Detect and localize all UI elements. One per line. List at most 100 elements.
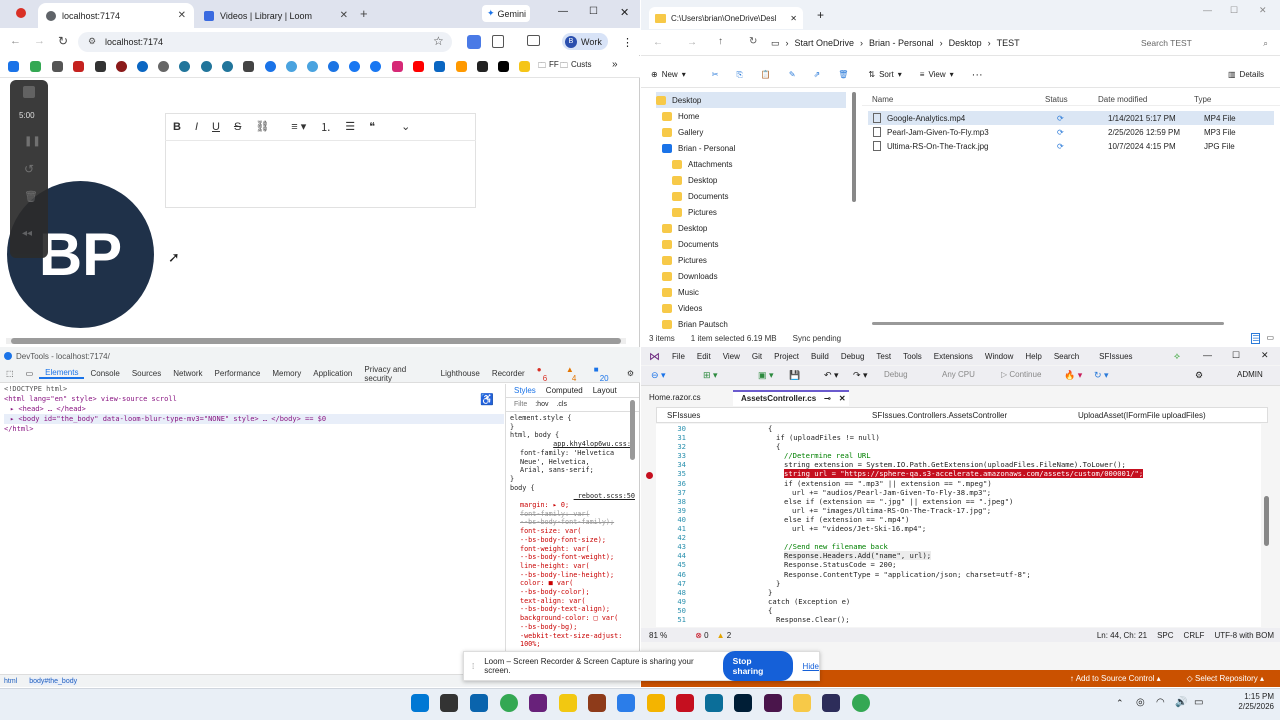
sidebar-item[interactable]: Videos	[656, 300, 846, 316]
file-row[interactable]: Ultima-RS-On-The-Track.jpg ⟳ 10/7/2024 4:1…	[868, 139, 1274, 153]
code-line[interactable]: 43 //Send new filename back	[656, 542, 1261, 551]
photoshop-icon[interactable]	[734, 694, 752, 712]
nav-scrollbar[interactable]	[852, 92, 856, 202]
share-icon[interactable]: ⇗	[796, 70, 821, 79]
tab-application[interactable]: Application	[307, 369, 358, 378]
bookmark-icon[interactable]	[137, 61, 148, 72]
hide-link[interactable]: Hide	[803, 662, 819, 671]
volume-icon[interactable]: 🔊	[1175, 697, 1187, 708]
crumb[interactable]: TEST	[997, 38, 1020, 48]
code-line[interactable]: 38 else if (extension == ".jpg" || extens…	[656, 497, 1261, 506]
code-line[interactable]: 41 url += "videos/Jet-Ski-16.mp4";	[656, 524, 1261, 533]
crumb[interactable]: Brian - Personal	[869, 38, 934, 48]
wifi-icon[interactable]: ◠	[1156, 697, 1165, 708]
refresh-icon[interactable]: ↻ ▾	[1094, 370, 1109, 381]
tab-layout[interactable]: Layout	[593, 386, 617, 395]
more-bookmarks-icon[interactable]: »	[612, 59, 618, 70]
chrome-icon[interactable]	[500, 694, 518, 712]
style-line[interactable]: line-height: var(	[510, 562, 635, 571]
menu-item[interactable]: Help	[1025, 352, 1041, 361]
rename-icon[interactable]: ✎	[771, 70, 796, 79]
code-scrollbar[interactable]	[1264, 496, 1269, 546]
instagram-icon[interactable]	[392, 61, 403, 72]
more-icon[interactable]: ···	[954, 69, 983, 81]
record-icon[interactable]	[16, 8, 26, 18]
new-button[interactable]: ⊕ New ▾	[641, 70, 686, 79]
wordpress-icon[interactable]	[222, 61, 233, 72]
col-type[interactable]: Type	[1194, 95, 1211, 104]
zoom-level[interactable]: 81 %	[641, 631, 667, 640]
code-line[interactable]: 47}	[656, 579, 1261, 588]
tab-assets-controller[interactable]: AssetsController.cs ⊸ ✕	[733, 390, 849, 406]
bullet-list-icon[interactable]: ☰	[345, 120, 355, 133]
pause-icon[interactable]: ❚❚	[24, 136, 41, 147]
vs-settings-icon[interactable]: ⚙	[1195, 370, 1203, 381]
reload-icon[interactable]: ↻	[58, 34, 68, 48]
crumb[interactable]: Desktop	[949, 38, 982, 48]
menu-item[interactable]: Test	[876, 352, 891, 361]
chrome-icon[interactable]	[852, 694, 870, 712]
linkedin-icon[interactable]	[434, 61, 445, 72]
trash-icon[interactable]: 🗑	[24, 190, 38, 203]
continue-button[interactable]: ▷ Continue	[1001, 370, 1041, 379]
breadcrumb[interactable]: ▭ › Start OneDrive › Brian - Personal › Des…	[771, 35, 1125, 51]
file-list-scrollbar[interactable]	[872, 322, 1224, 325]
cls-toggle[interactable]: .cls	[556, 400, 567, 409]
close-tab-icon[interactable]: ✕	[839, 394, 846, 404]
crumb[interactable]: Start OneDrive	[795, 38, 855, 48]
bookmark-icon[interactable]	[519, 61, 530, 72]
styles-scrollbar[interactable]	[630, 400, 635, 460]
bookmark-icon[interactable]	[52, 61, 63, 72]
drag-handle-icon[interactable]: ⁞	[472, 662, 474, 671]
device-icon[interactable]: ▭	[20, 369, 40, 378]
tab-styles[interactable]: Styles	[514, 386, 536, 395]
menu-item[interactable]: Edit	[697, 352, 711, 361]
bookmark-icon[interactable]	[95, 61, 106, 72]
app-icon[interactable]	[559, 694, 577, 712]
accessibility-icon[interactable]: ♿	[480, 393, 494, 406]
style-line[interactable]: background-color: □ var(	[510, 614, 635, 623]
code-line[interactable]: 50 {	[656, 606, 1261, 615]
style-line[interactable]: html, body {	[510, 431, 635, 440]
slack-icon[interactable]	[764, 694, 782, 712]
visual-studio-icon[interactable]	[529, 694, 547, 712]
minimize-button[interactable]: —	[1203, 350, 1212, 360]
tab-lighthouse[interactable]: Lighthouse	[435, 369, 486, 378]
snipping-icon[interactable]	[617, 694, 635, 712]
back-icon[interactable]: ⊖ ▾	[651, 370, 666, 381]
youtube-icon[interactable]	[413, 61, 424, 72]
wordpress-icon[interactable]	[179, 61, 190, 72]
app-icon[interactable]	[588, 694, 606, 712]
horizontal-scrollbar[interactable]	[6, 338, 626, 344]
code-line[interactable]: 51 Response.Clear();	[656, 615, 1261, 624]
style-line[interactable]: element.style {	[510, 414, 635, 423]
dom-line[interactable]: </html>	[4, 424, 504, 434]
site-info-icon[interactable]: ⚙	[88, 36, 96, 47]
extension-icon[interactable]	[467, 35, 481, 49]
link-icon[interactable]: ⛓	[255, 120, 269, 133]
view-button[interactable]: ≡ View ▾	[902, 70, 954, 79]
filter-input[interactable]: Filte	[514, 400, 527, 409]
code-line[interactable]: 31 if (uploadFiles != null)	[656, 433, 1261, 442]
style-line[interactable]: margin: ▸ 0;	[510, 501, 635, 510]
file-explorer-icon[interactable]	[793, 694, 811, 712]
details-button[interactable]: ▥ Details	[1228, 70, 1264, 79]
app-icon[interactable]	[647, 694, 665, 712]
code-line[interactable]: 37 url += "audios/Pearl-Jam-Given-To-Fly-…	[656, 488, 1261, 497]
redo-icon[interactable]: ↷ ▾	[853, 370, 868, 381]
style-line[interactable]: Arial, sans-serif;	[510, 466, 635, 475]
ordered-list-icon[interactable]: ⒈	[320, 119, 331, 135]
tab-privacy[interactable]: Privacy and security	[358, 365, 434, 383]
col-status[interactable]: Status	[1045, 95, 1068, 104]
indent-mode[interactable]: SPC	[1157, 631, 1183, 640]
sidebar-item[interactable]: Desktop	[656, 220, 846, 236]
strikethrough-button[interactable]: S	[234, 121, 241, 133]
tab-loom[interactable]: Videos | Library | Loom ✕	[196, 3, 356, 28]
acrobat-icon[interactable]	[676, 694, 694, 712]
sidebar-item[interactable]: Documents	[656, 236, 846, 252]
code-line[interactable]: 48}	[656, 588, 1261, 597]
close-window-button[interactable]: ✕	[1259, 5, 1267, 16]
copilot-icon[interactable]: ⟡	[1174, 351, 1180, 362]
bookmark-icon[interactable]	[73, 61, 84, 72]
platform-dropdown[interactable]: Any CPU	[942, 370, 975, 379]
